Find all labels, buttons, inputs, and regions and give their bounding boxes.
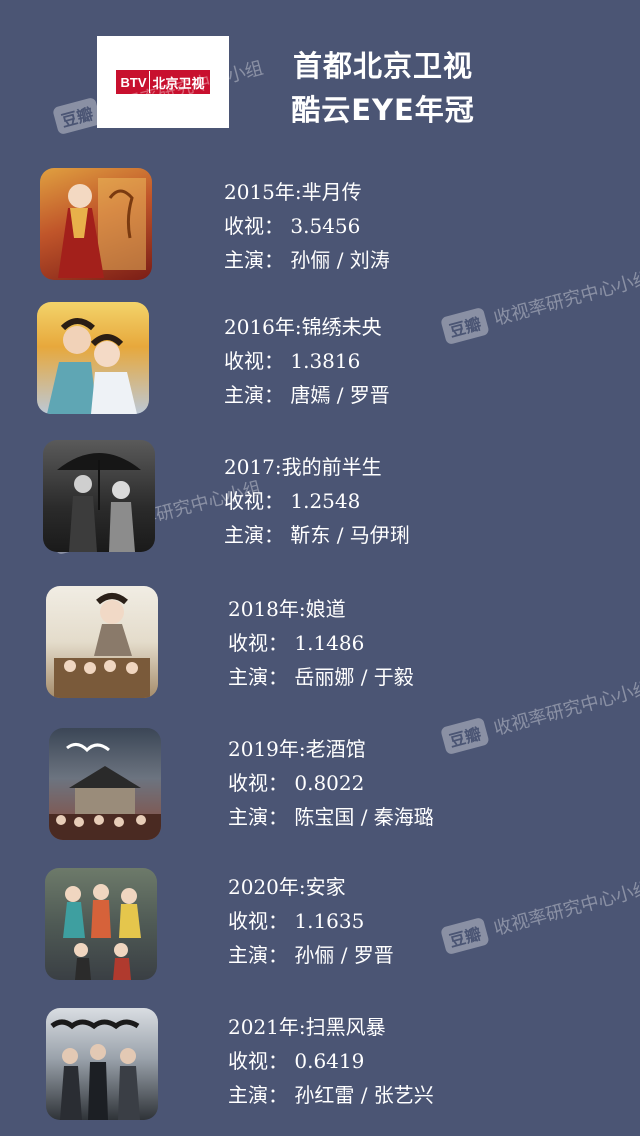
entry-info: 2021年:扫黑风暴 收视： 0.6419 主演： 孙红雷 / 张艺兴 (228, 1010, 434, 1112)
poster-image (37, 302, 149, 414)
cast-value: 唐嫣 / 罗晋 (290, 383, 390, 407)
entry-title: 2021年:扫黑风暴 (228, 1015, 386, 1039)
entry-title: 2018年:娘道 (228, 597, 346, 621)
cast-label: 主演： (228, 943, 288, 967)
cast-label: 主演： (228, 665, 288, 689)
entry-info: 2018年:娘道 收视： 1.1486 主演： 岳丽娜 / 于毅 (228, 592, 414, 694)
entry-info: 2017:我的前半生 收视： 1.2548 主演： 靳东 / 马伊琍 (224, 450, 410, 552)
entry-cast-row: 主演： 孙红雷 / 张艺兴 (228, 1078, 434, 1112)
rating-label: 收视： (224, 489, 284, 513)
list-item: 2019年:老酒馆 收视： 0.8022 主演： 陈宝国 / 秦海璐 (0, 726, 640, 856)
rating-value: 0.6419 (294, 1049, 365, 1073)
page-title: 首都北京卫视 酷云EYE年冠 (258, 44, 508, 132)
entry-rating-row: 收视： 1.1635 (228, 904, 394, 938)
list-item: 2018年:娘道 收视： 1.1486 主演： 岳丽娜 / 于毅 (0, 584, 640, 714)
poster-image (40, 168, 152, 280)
rating-label: 收视： (228, 1049, 288, 1073)
entry-info: 2019年:老酒馆 收视： 0.8022 主演： 陈宝国 / 秦海璐 (228, 732, 434, 834)
entry-cast-row: 主演： 岳丽娜 / 于毅 (228, 660, 414, 694)
cast-label: 主演： (228, 1083, 288, 1107)
cast-label: 主演： (224, 523, 284, 547)
entry-info: 2015年:芈月传 收视： 3.5456 主演： 孙俪 / 刘涛 (224, 175, 390, 277)
page-title-line1: 首都北京卫视 (292, 49, 473, 83)
entry-title: 2019年:老酒馆 (228, 737, 366, 761)
btv-logo-badge: BTV 北京卫视 (116, 70, 210, 94)
rating-label: 收视： (228, 631, 288, 655)
entry-cast-row: 主演： 孙俪 / 刘涛 (224, 243, 390, 277)
list-item: 2021年:扫黑风暴 收视： 0.6419 主演： 孙红雷 / 张艺兴 (0, 1006, 640, 1136)
btv-logo-cn-text: 北京卫视 (149, 71, 209, 93)
cast-value: 靳东 / 马伊琍 (290, 523, 410, 547)
poster-image (49, 728, 161, 840)
entry-rating-row: 收视： 1.2548 (224, 484, 410, 518)
entry-title: 2017:我的前半生 (224, 455, 382, 479)
entry-title: 2020年:安家 (228, 875, 346, 899)
entry-rating-row: 收视： 3.5456 (224, 209, 390, 243)
entry-cast-row: 主演： 孙俪 / 罗晋 (228, 938, 394, 972)
poster-image (45, 868, 157, 980)
rating-value: 3.5456 (290, 214, 361, 238)
entry-rating-row: 收视： 0.6419 (228, 1044, 434, 1078)
rating-value: 0.8022 (294, 771, 365, 795)
watermark-logo: 豆瓣 (52, 96, 102, 136)
btv-logo-text: BTV (117, 71, 150, 93)
poster-image (46, 1008, 158, 1120)
entry-info: 2020年:安家 收视： 1.1635 主演： 孙俪 / 罗晋 (228, 870, 394, 972)
list-item: 2020年:安家 收视： 1.1635 主演： 孙俪 / 罗晋 (0, 866, 640, 996)
rating-label: 收视： (228, 909, 288, 933)
rating-value: 1.2548 (290, 489, 361, 513)
page-title-line2: 酷云EYE年冠 (291, 93, 475, 127)
rating-value: 1.1635 (294, 909, 365, 933)
cast-value: 孙红雷 / 张艺兴 (294, 1083, 434, 1107)
rating-label: 收视： (228, 771, 288, 795)
entry-cast-row: 主演： 陈宝国 / 秦海璐 (228, 800, 434, 834)
entry-cast-row: 主演： 唐嫣 / 罗晋 (224, 378, 390, 412)
poster-image (43, 440, 155, 552)
rating-label: 收视： (224, 349, 284, 373)
entry-rating-row: 收视： 0.8022 (228, 766, 434, 800)
entry-info: 2016年:锦绣未央 收视： 1.3816 主演： 唐嫣 / 罗晋 (224, 310, 390, 412)
btv-logo: BTV 北京卫视 (97, 36, 229, 128)
cast-value: 孙俪 / 刘涛 (290, 248, 390, 272)
rating-value: 1.1486 (294, 631, 365, 655)
cast-value: 孙俪 / 罗晋 (294, 943, 394, 967)
entry-title: 2015年:芈月传 (224, 180, 362, 204)
rating-label: 收视： (224, 214, 284, 238)
entry-rating-row: 收视： 1.3816 (224, 344, 390, 378)
list-item: 2016年:锦绣未央 收视： 1.3816 主演： 唐嫣 / 罗晋 (0, 300, 640, 430)
cast-label: 主演： (224, 248, 284, 272)
entry-title: 2016年:锦绣未央 (224, 315, 382, 339)
cast-label: 主演： (228, 805, 288, 829)
entry-cast-row: 主演： 靳东 / 马伊琍 (224, 518, 410, 552)
cast-label: 主演： (224, 383, 284, 407)
cast-value: 岳丽娜 / 于毅 (294, 665, 414, 689)
list-item: 2017:我的前半生 收视： 1.2548 主演： 靳东 / 马伊琍 (0, 438, 640, 568)
cast-value: 陈宝国 / 秦海璐 (294, 805, 434, 829)
list-item: 2015年:芈月传 收视： 3.5456 主演： 孙俪 / 刘涛 (0, 165, 640, 295)
rating-value: 1.3816 (290, 349, 361, 373)
poster-image (46, 586, 158, 698)
entry-rating-row: 收视： 1.1486 (228, 626, 414, 660)
